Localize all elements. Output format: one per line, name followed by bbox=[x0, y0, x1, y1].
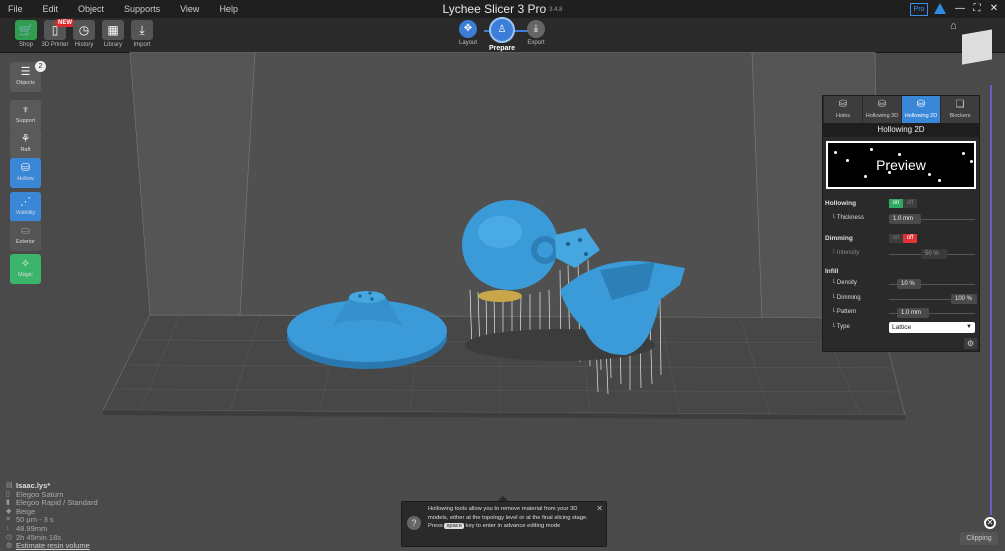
pro-badge[interactable]: Pro bbox=[910, 3, 928, 16]
objects-count-badge: 2 bbox=[35, 61, 46, 72]
import-icon: ⤓ bbox=[131, 20, 153, 40]
layer-slider[interactable] bbox=[990, 85, 992, 515]
thickness-value[interactable]: 1.0 mm bbox=[889, 214, 921, 224]
infill-dimming-label: └ Dimming bbox=[831, 295, 861, 301]
layout-icon: ✥ bbox=[459, 20, 477, 38]
clipping-button[interactable]: Clipping bbox=[960, 532, 998, 545]
left-wall bbox=[129, 52, 256, 316]
help-icon: ? bbox=[407, 516, 421, 530]
maximize-button[interactable]: ⛶ bbox=[970, 2, 984, 16]
pattern-value[interactable]: 1.0 mm bbox=[897, 308, 929, 318]
preview-label: Preview bbox=[876, 157, 926, 173]
dimming-label: Dimming bbox=[825, 235, 853, 242]
pattern-label: └ Pattern bbox=[831, 309, 857, 315]
warning-icon[interactable] bbox=[934, 3, 946, 14]
file-icon: ▤ bbox=[6, 482, 13, 489]
hollow-button[interactable]: ⛁ Hollow bbox=[10, 158, 41, 188]
library-button[interactable]: ▦ Library bbox=[98, 20, 128, 48]
clock-icon: ◷ bbox=[6, 533, 13, 541]
density-value[interactable]: 10 % bbox=[897, 279, 921, 289]
tab-holes[interactable]: ⛁ Holes bbox=[824, 96, 862, 123]
history-icon: ◷ bbox=[73, 20, 95, 40]
blockers-icon: ❏ bbox=[955, 99, 965, 110]
support-button[interactable]: ♆ Support bbox=[10, 100, 41, 130]
shop-button[interactable]: 🛒 Shop bbox=[11, 20, 41, 48]
tooltip-key: space bbox=[444, 523, 464, 529]
dimming-on-toggle[interactable]: on bbox=[889, 234, 903, 243]
tooltip-press: Press bbox=[428, 523, 443, 529]
menu-edit[interactable]: Edit bbox=[43, 0, 59, 18]
chevron-down-icon: ▼ bbox=[966, 324, 972, 330]
hollowing-panel: ⛁ Holes ⛁ Hollowing 3D ⛁ Hollowing 2D ❏ … bbox=[822, 95, 980, 352]
type-select[interactable]: Lattice ▼ bbox=[889, 322, 975, 333]
tooltip-rest: key to enter in advance editing mode bbox=[465, 523, 561, 529]
step-export[interactable]: ⤓ Export bbox=[516, 20, 556, 46]
magic-wand-icon: ✧ bbox=[20, 258, 31, 270]
export-icon: ⤓ bbox=[527, 20, 545, 38]
tooltip-text: Hollowing tools allow you to remove mate… bbox=[428, 506, 588, 521]
menu-object[interactable]: Object bbox=[78, 0, 104, 18]
hollow-icon: ⛁ bbox=[20, 162, 31, 174]
preview-box: Preview bbox=[826, 141, 976, 189]
color-icon: ◆ bbox=[6, 507, 12, 515]
build-plate bbox=[102, 314, 906, 416]
intensity-label: └ Intensity bbox=[831, 250, 860, 256]
magic-button[interactable]: ✧ Magic bbox=[10, 254, 41, 284]
menu-file[interactable]: File bbox=[8, 0, 23, 18]
intensity-value[interactable]: 50 % bbox=[921, 249, 947, 259]
type-label: └ Type bbox=[831, 324, 850, 330]
home-icon[interactable]: ⌂ bbox=[950, 20, 957, 32]
exterior-icon: ⛀ bbox=[20, 225, 31, 237]
volume-icon: ◍ bbox=[6, 542, 13, 550]
density-label: └ Density bbox=[831, 280, 857, 286]
menu-view[interactable]: View bbox=[180, 0, 199, 18]
close-icon[interactable]: ✕ bbox=[596, 504, 603, 513]
tab-blockers[interactable]: ❏ Blockers bbox=[941, 96, 979, 123]
tab-hollowing-2d[interactable]: ⛁ Hollowing 2D bbox=[902, 96, 940, 123]
thickness-label: └ Thickness bbox=[831, 215, 864, 221]
layer-icon: ≡ bbox=[6, 516, 11, 524]
menu-supports[interactable]: Supports bbox=[124, 0, 160, 18]
visibility-icon: ⋰ bbox=[20, 196, 31, 208]
library-icon: ▦ bbox=[102, 20, 124, 40]
resin-icon: ▮ bbox=[6, 499, 10, 507]
printer-info-icon: ▯ bbox=[6, 490, 10, 498]
minimize-button[interactable]: — bbox=[953, 2, 967, 16]
import-button[interactable]: ⤓ Import bbox=[127, 20, 157, 48]
raft-button[interactable]: ⚘ Raft bbox=[10, 129, 41, 159]
tab-hollowing-3d[interactable]: ⛁ Hollowing 3D bbox=[863, 96, 901, 123]
infill-label: Infill bbox=[825, 268, 839, 275]
holes-icon: ⛁ bbox=[838, 99, 848, 110]
panel-title: Hollowing 2D bbox=[823, 123, 979, 137]
support-icon: ♆ bbox=[21, 104, 30, 116]
project-info: ▤ Isaac.lys* ▯ Elegoo Saturn ▮ Elegoo Rapid… bbox=[6, 481, 98, 551]
hollowing-2d-icon: ⛁ bbox=[916, 99, 926, 110]
history-button[interactable]: ◷ History bbox=[69, 20, 99, 48]
height-icon: ↕ bbox=[6, 524, 10, 532]
close-button[interactable]: ✕ bbox=[987, 2, 1001, 16]
hollowing-label: Hollowing bbox=[825, 200, 857, 207]
dimming-off-toggle[interactable]: off bbox=[903, 234, 917, 243]
hollowing-on-toggle[interactable]: on bbox=[889, 199, 903, 208]
estimate-volume-link[interactable]: Estimate resin volume bbox=[16, 542, 90, 551]
hint-tooltip: ? Hollowing tools allow you to remove ma… bbox=[401, 501, 607, 547]
exterior-button[interactable]: ⛀ Exterior bbox=[10, 221, 41, 251]
hollowing-3d-icon: ⛁ bbox=[877, 99, 887, 110]
raft-icon: ⚘ bbox=[20, 133, 31, 145]
slider-knob[interactable]: ✕ bbox=[984, 517, 996, 529]
prepare-icon: ♙ bbox=[489, 17, 515, 43]
hollowing-off-toggle[interactable]: off bbox=[903, 199, 917, 208]
infill-dimming-value[interactable]: 100 % bbox=[951, 294, 977, 304]
menu-help[interactable]: Help bbox=[219, 0, 238, 18]
gear-icon[interactable]: ⚙ bbox=[964, 338, 977, 349]
menu-bar: File Edit Object Supports View Help bbox=[0, 0, 1005, 18]
cart-icon: 🛒 bbox=[15, 20, 37, 40]
visibility-button[interactable]: ⋰ Visibility bbox=[10, 192, 41, 222]
